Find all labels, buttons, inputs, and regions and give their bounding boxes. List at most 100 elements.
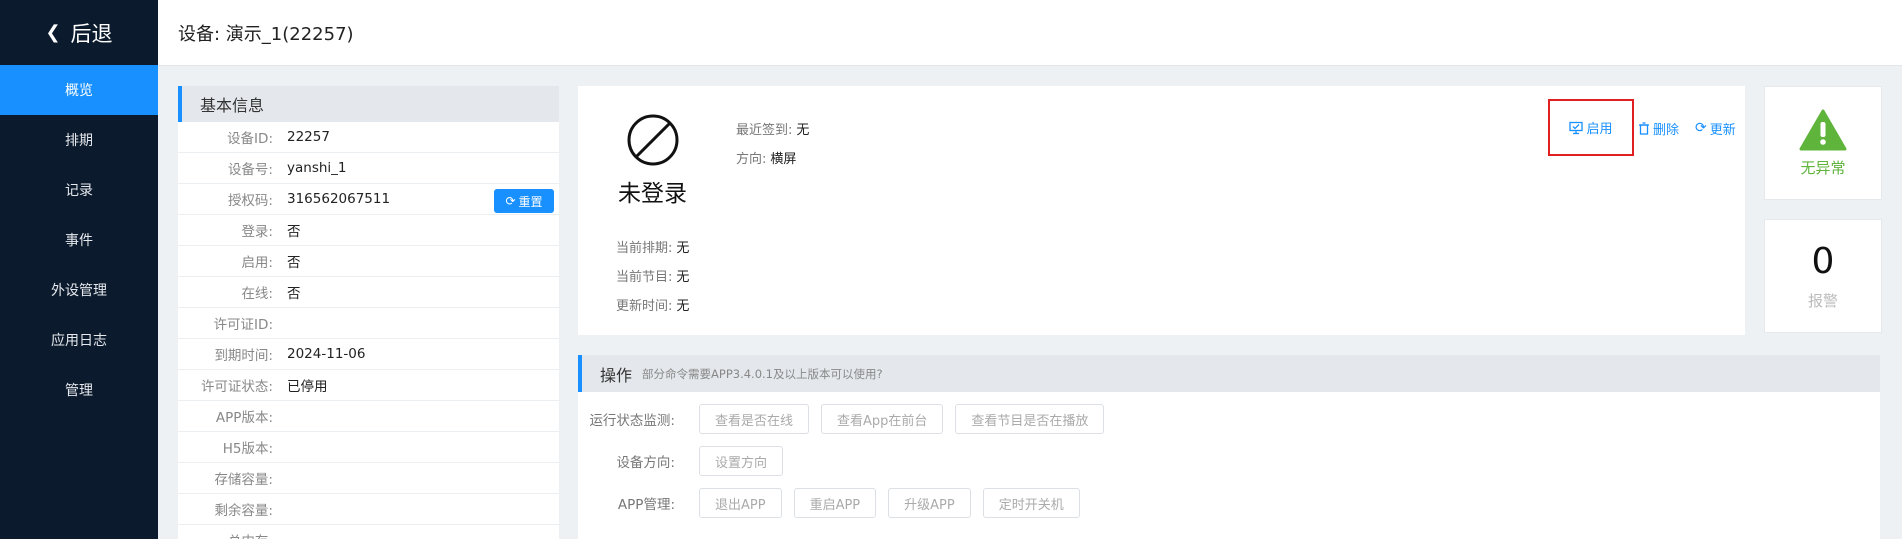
monitor-icon xyxy=(1569,121,1584,134)
current-program: 当前节目: 无 xyxy=(616,266,689,285)
operation-buttons: 设置方向 xyxy=(699,446,784,476)
info-value: 22257 xyxy=(287,129,330,145)
operation-row: 运行状态监测: 查看是否在线 查看App在前台 查看节目是否在播放 xyxy=(578,404,1105,434)
info-label: 启用: xyxy=(241,255,273,271)
refresh-icon: ⟳ xyxy=(505,194,516,208)
refresh-button[interactable]: ⟳ 更新 xyxy=(1693,117,1738,139)
back-button[interactable]: ❮ 后退 xyxy=(0,0,158,65)
trash-icon xyxy=(1639,121,1649,135)
operation-button[interactable]: 查看节目是否在播放 xyxy=(955,404,1105,434)
last-checkin: 最近签到: 无 xyxy=(736,119,809,138)
operation-buttons: 查看是否在线 查看App在前台 查看节目是否在播放 xyxy=(699,404,1105,434)
info-row: H5版本: xyxy=(178,432,559,463)
login-state-text: 未登录 xyxy=(618,181,687,207)
info-value: 否 xyxy=(287,255,301,271)
program-value: 无 xyxy=(676,270,690,285)
info-row: 存储容量: xyxy=(178,463,559,494)
info-label: APP版本: xyxy=(215,410,273,426)
operation-button[interactable]: 重启APP xyxy=(793,488,877,518)
info-label: 授权码: xyxy=(227,193,273,209)
info-label: 许可证ID: xyxy=(213,317,273,333)
info-row: 启用: 否 xyxy=(178,246,559,277)
chevron-left-icon: ❮ xyxy=(45,22,61,43)
delete-button[interactable]: 删除 xyxy=(1636,117,1681,139)
back-label: 后退 xyxy=(70,21,113,46)
info-row: 剩余容量: xyxy=(178,494,559,525)
warning-status-label: 无异常 xyxy=(1800,158,1846,177)
operation-row: 设备方向: 设置方向 xyxy=(578,446,784,476)
nav-item-manage[interactable]: 管理 xyxy=(0,365,158,415)
not-logged-in-icon xyxy=(627,114,679,166)
warning-icon xyxy=(1799,109,1847,150)
info-label: 设备ID: xyxy=(227,131,273,147)
program-label: 当前节目: xyxy=(616,270,673,285)
nav-item-events[interactable]: 事件 xyxy=(0,215,158,265)
update-time: 更新时间: 无 xyxy=(616,295,689,314)
operations-subtitle: 部分命令需要APP3.4.0.1及以上版本可以使用? xyxy=(642,366,883,381)
info-row: 总内存: xyxy=(178,525,559,539)
info-label: 许可证状态: xyxy=(200,379,273,395)
operation-button[interactable]: 定时开关机 xyxy=(982,488,1080,518)
warning-status-card: 无异常 xyxy=(1764,86,1882,200)
enable-button[interactable]: 启用 xyxy=(1548,99,1634,156)
last-checkin-label: 最近签到: xyxy=(736,123,793,138)
info-label: 登录: xyxy=(241,224,273,240)
operation-button[interactable]: 升级APP xyxy=(888,488,971,518)
info-row: 设备ID: 22257 xyxy=(178,122,559,153)
device-actions: 启用 删除 ⟳ 更新 xyxy=(1548,99,1738,156)
info-label: 设备号: xyxy=(227,162,273,178)
refresh-icon: ⟳ xyxy=(1695,120,1707,136)
orientation-value: 横屏 xyxy=(770,152,797,167)
reset-label: 重置 xyxy=(518,194,543,209)
basic-info-title: 基本信息 xyxy=(178,86,559,122)
info-value: yanshi_1 xyxy=(287,160,347,176)
info-row: 设备号: yanshi_1 xyxy=(178,153,559,184)
info-row: APP版本: xyxy=(178,401,559,432)
info-label: 存储容量: xyxy=(214,472,273,488)
alarm-label: 报警 xyxy=(1807,292,1838,310)
page-title: 设备: 演示_1(22257) xyxy=(178,23,354,45)
basic-info-panel: 基本信息 设备ID: 22257 设备号: yanshi_1 授权码: 316562067… xyxy=(178,86,559,539)
info-row: 许可证状态: 已停用 xyxy=(178,370,559,401)
operations-panel: 操作 部分命令需要APP3.4.0.1及以上版本可以使用? 运行状态监测: 查看是… xyxy=(578,355,1880,539)
schedule-label: 当前排期: xyxy=(616,241,673,256)
info-label: H5版本: xyxy=(222,441,273,457)
info-row: 到期时间: 2024-11-06 xyxy=(178,339,559,370)
operation-buttons: 退出APP 重启APP 升级APP 定时开关机 xyxy=(699,488,1080,518)
nav-item-schedule[interactable]: 排期 xyxy=(0,115,158,165)
info-value: 否 xyxy=(287,286,301,302)
info-row: 在线: 否 xyxy=(178,277,559,308)
reset-auth-code-button[interactable]: ⟳ 重置 xyxy=(494,189,554,213)
info-label: 在线: xyxy=(241,286,273,302)
info-label: 总内存: xyxy=(178,530,273,539)
nav-item-records[interactable]: 记录 xyxy=(0,165,158,215)
operation-button[interactable]: 查看App在前台 xyxy=(821,404,944,434)
operation-button[interactable]: 设置方向 xyxy=(699,446,784,476)
enable-label: 启用 xyxy=(1586,122,1613,137)
info-value: 否 xyxy=(287,224,301,240)
info-value: 2024-11-06 xyxy=(287,346,366,362)
update-time-value: 无 xyxy=(676,299,690,314)
update-time-label: 更新时间: xyxy=(616,299,673,314)
operation-button[interactable]: 退出APP xyxy=(699,488,782,518)
operation-label: 设备方向: xyxy=(616,455,675,471)
current-schedule: 当前排期: 无 xyxy=(616,237,689,256)
operation-label: 运行状态监测: xyxy=(589,413,675,429)
alarm-card: 0 报警 xyxy=(1764,219,1882,333)
orientation: 方向: 横屏 xyxy=(736,148,796,167)
operation-button[interactable]: 查看是否在线 xyxy=(699,404,810,434)
operation-row: APP管理: 退出APP 重启APP 升级APP 定时开关机 xyxy=(578,488,1080,518)
nav-item-app-logs[interactable]: 应用日志 xyxy=(0,315,158,365)
device-status-card: 未登录 最近签到: 无 方向: 横屏 当前排期: 无 当前节目: 无 更新时间: 无 启用 xyxy=(578,86,1745,335)
nav-item-peripherals[interactable]: 外设管理 xyxy=(0,265,158,315)
orientation-label: 方向: xyxy=(736,152,767,167)
info-label: 到期时间: xyxy=(214,348,273,364)
schedule-value: 无 xyxy=(676,241,690,256)
sidebar: ❮ 后退 概览 排期 记录 事件 外设管理 应用日志 管理 xyxy=(0,0,158,539)
alarm-count: 0 xyxy=(1811,241,1835,282)
info-row: 授权码: 316562067511 ⟳ 重置 xyxy=(178,184,559,215)
nav-item-overview[interactable]: 概览 xyxy=(0,65,158,115)
page-header: 设备: 演示_1(22257) xyxy=(158,0,1902,66)
info-value: 316562067511 xyxy=(287,191,391,207)
operations-title-bar: 操作 部分命令需要APP3.4.0.1及以上版本可以使用? xyxy=(578,355,1880,392)
